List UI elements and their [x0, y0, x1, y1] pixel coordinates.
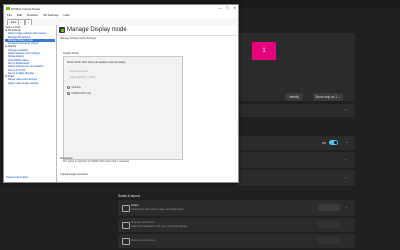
off-label: Off [322, 140, 326, 145]
home-icon: ⌂ [27, 20, 30, 24]
scale-layout-heading: Scale & layout [118, 194, 140, 198]
menu-desktop[interactable]: Desktop [27, 13, 38, 17]
scale-dropdown[interactable] [318, 204, 340, 211]
option-optimus-label: Optimus [71, 86, 81, 90]
nvidia-page-icon [59, 27, 65, 33]
back-label: ‹ Back [9, 20, 17, 24]
scale-desc: Change the size of text, apps, and other… [131, 208, 184, 211]
resolution-icon [122, 222, 130, 229]
radio-nvidia-only[interactable] [67, 92, 70, 95]
description-text: The panel is switched to NVIDIA GPU when… [63, 160, 130, 163]
window-title: NVIDIA Control Panel [11, 6, 40, 11]
resolution-dropdown[interactable] [318, 221, 340, 228]
radio-optimus[interactable] [67, 86, 70, 89]
chevron-right-icon: › [345, 157, 347, 162]
page-header: Manage Display mode [57, 25, 238, 36]
task-tree: ⊟ 3D Settings Adjust image settings with … [5, 29, 55, 85]
minimize-button[interactable]: — [218, 6, 222, 10]
identify-label: Identify [288, 95, 300, 99]
task-sidebar: Select a Task... ⊟ 3D Settings Adjust ima… [4, 25, 57, 182]
menu-help[interactable]: Help [64, 13, 70, 17]
monitor-1-tile[interactable]: 1 [252, 42, 276, 60]
display-resolution-desc: Adjust the resolution to fit your connec… [131, 225, 188, 228]
page-title: Manage Display mode [67, 27, 127, 33]
monitor-number: 1 [262, 48, 266, 54]
close-button[interactable]: ✕ [233, 6, 236, 10]
option-hybrid-label: Automatic select [70, 70, 89, 73]
maximize-button[interactable]: ▢ [226, 6, 229, 10]
settings-row-2[interactable] [237, 152, 355, 168]
menu-edit[interactable]: Edit [17, 13, 22, 17]
forward-label: › [21, 20, 22, 24]
system-information-link[interactable]: System Information [6, 176, 28, 179]
toggle-switch[interactable] [329, 140, 338, 145]
show-only-dropdown[interactable]: Show only on 1 ⌄ [313, 93, 343, 101]
content-pane: Manage Display mode Manage Display Mode … [57, 25, 238, 182]
scale-icon [122, 205, 130, 212]
usage-label: Typical usage scenarios: [60, 173, 89, 176]
display-resolution-title: Display resolution [131, 220, 155, 224]
option-nvidia-label: NVIDIA GPU only [71, 92, 92, 96]
panel-intro: Select which GPU drives the laptop's int… [67, 61, 126, 64]
tree-item[interactable]: Adjust video image settings [5, 82, 55, 85]
menu-file[interactable]: File [7, 13, 12, 17]
display-orientation-title: Display orientation [131, 238, 156, 242]
breadcrumb: Manage Display Mode Settings. [60, 37, 97, 40]
scale-title: Scale [131, 203, 139, 207]
chevron-right-icon: › [345, 107, 347, 112]
option-hybrid-desc: Hybrid (dGPU + iGPU) [70, 76, 96, 79]
window-controls: — ▢ ✕ [218, 6, 236, 10]
nvidia-control-panel-window: NVIDIA Control Panel — ▢ ✕ File Edit Des… [3, 4, 239, 183]
show-only-label: Show only on 1 [315, 95, 338, 99]
orientation-dropdown[interactable] [318, 237, 340, 244]
nvidia-logo-icon [6, 6, 10, 10]
display-mode-panel: Select which GPU drives the laptop's int… [63, 56, 183, 160]
identify-button[interactable]: Identify [285, 93, 303, 101]
orientation-icon [122, 238, 130, 245]
section-label: Display Mode [63, 52, 79, 55]
settings-row-1[interactable] [237, 104, 355, 117]
chevron-right-icon: › [345, 175, 347, 180]
chevron-right-icon: › [346, 205, 348, 210]
menu-3d-settings[interactable]: 3D Settings [43, 13, 59, 17]
chevron-down-icon[interactable]: ⌄ [345, 139, 348, 144]
settings-row-3[interactable] [237, 170, 355, 186]
